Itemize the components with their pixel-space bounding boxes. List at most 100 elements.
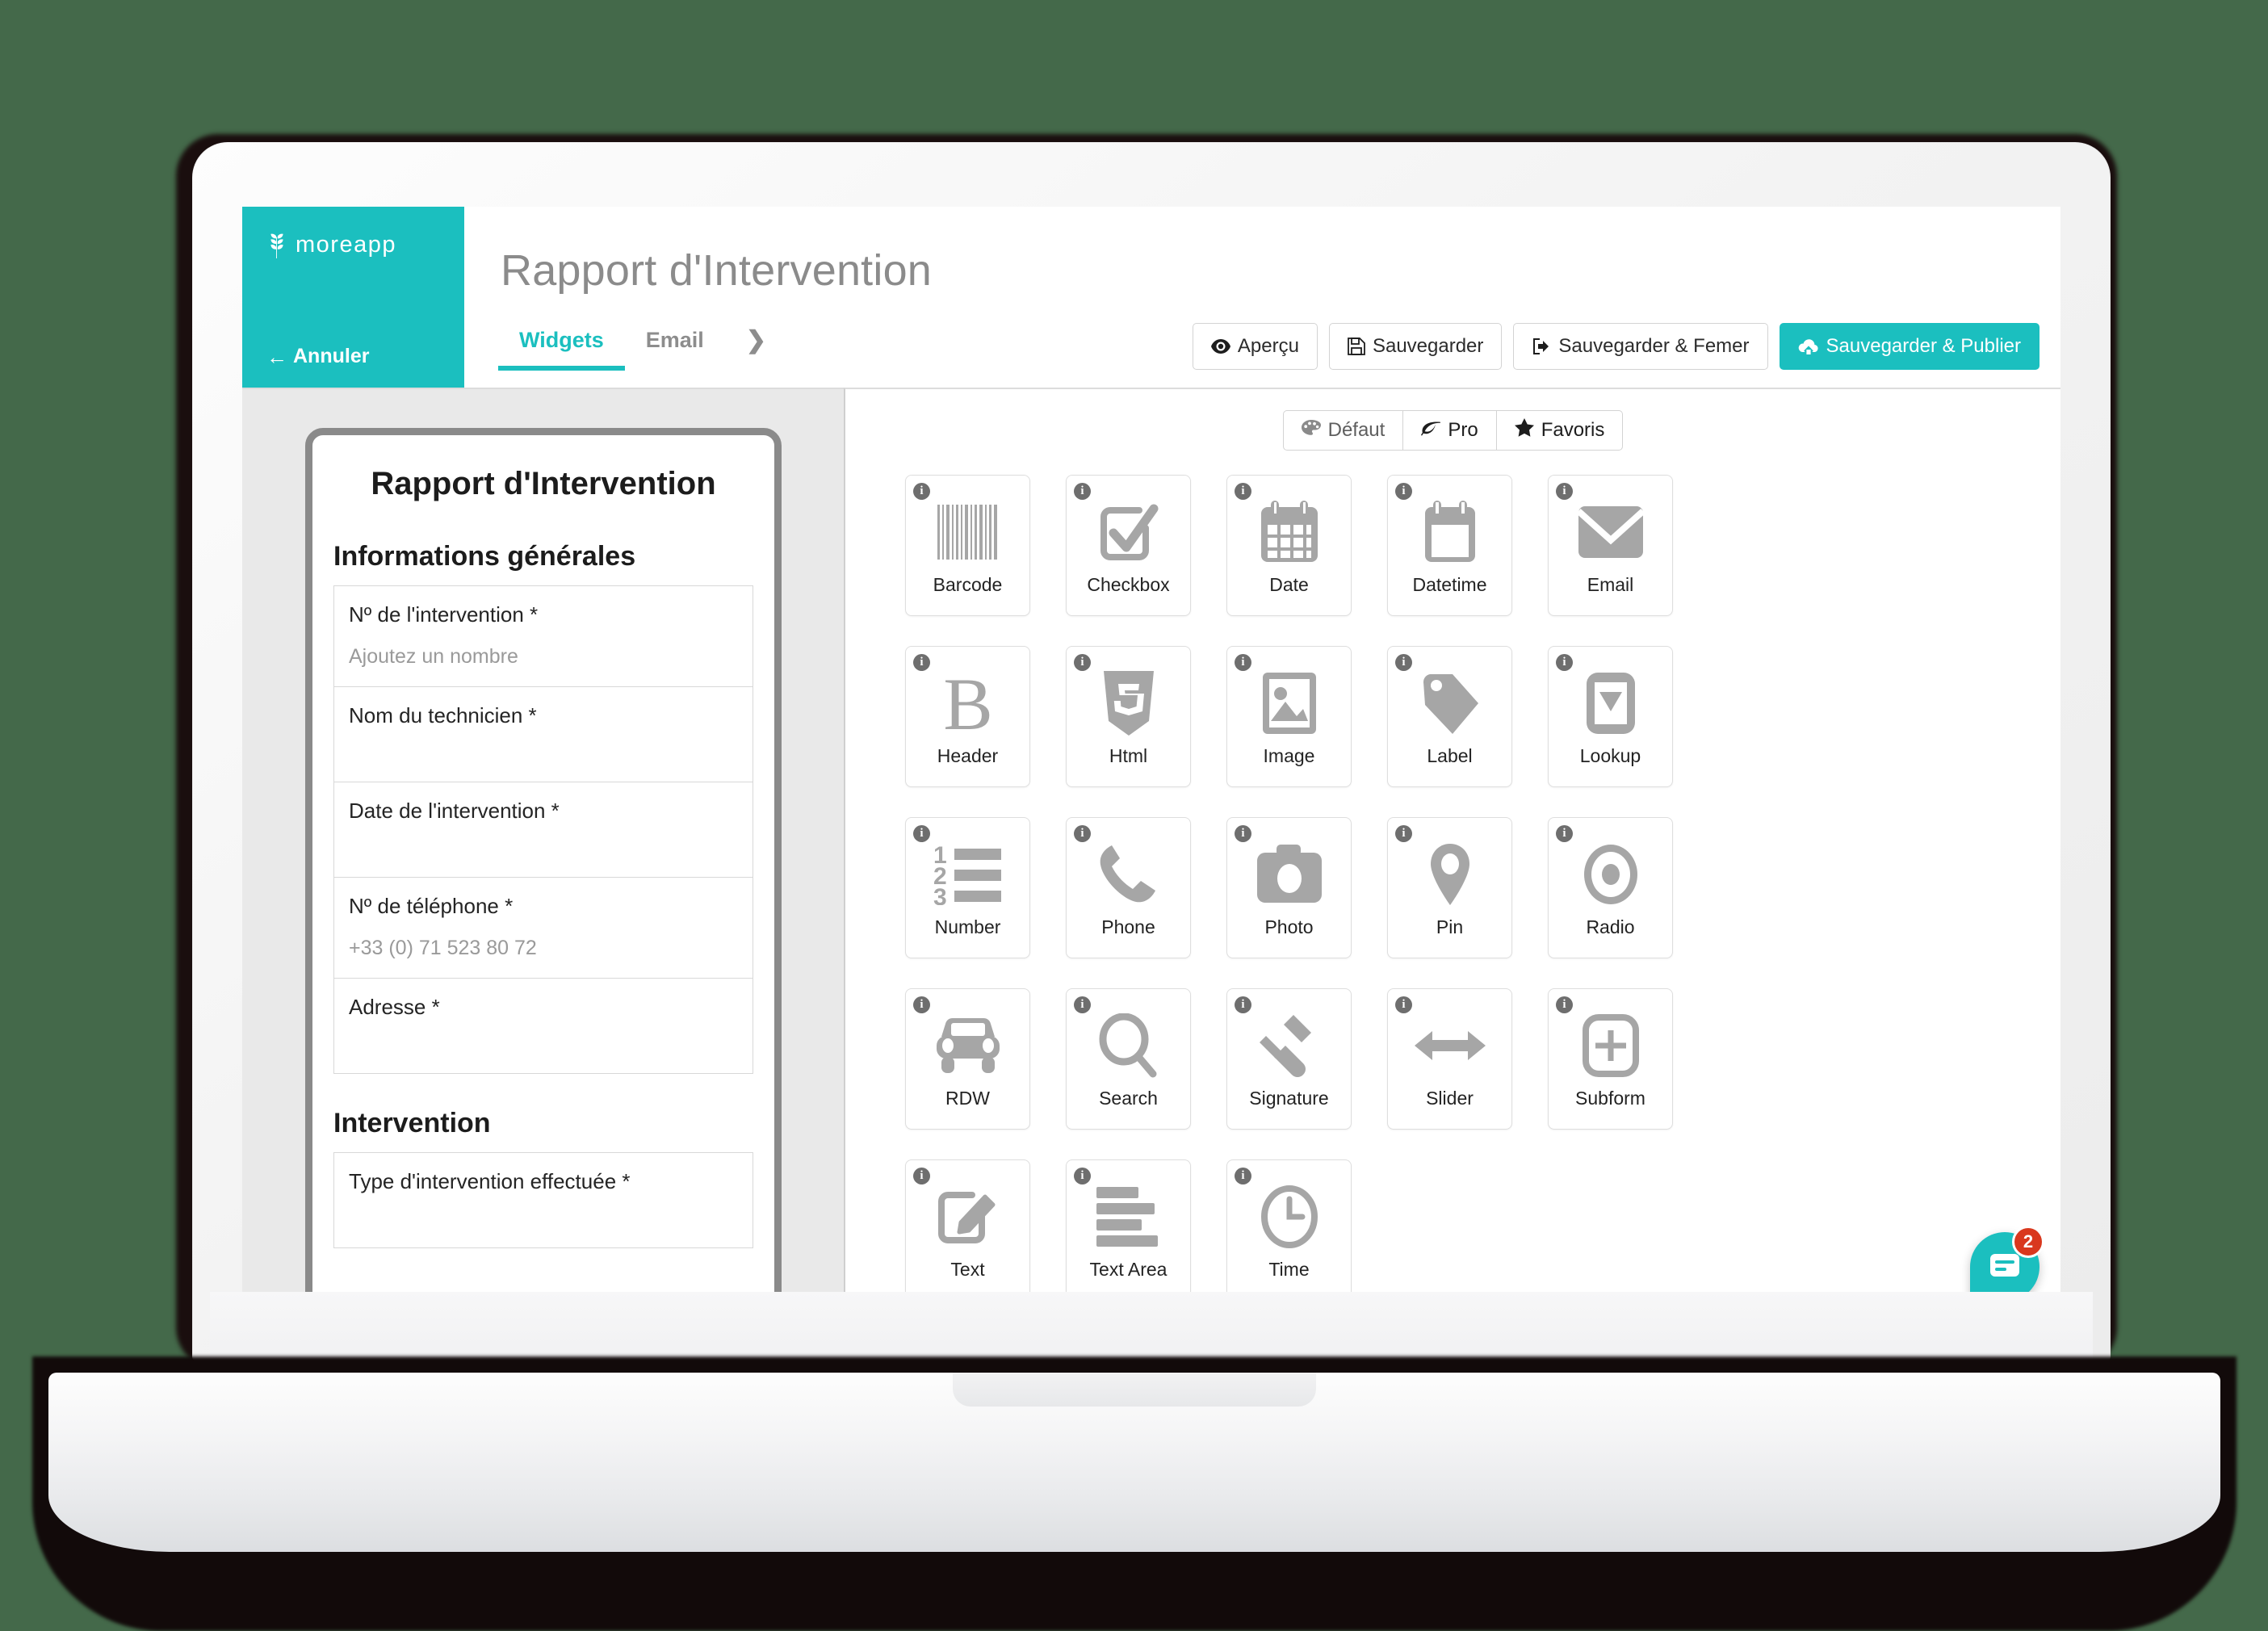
palette-icon bbox=[1301, 419, 1321, 442]
info-icon[interactable]: i bbox=[1074, 996, 1091, 1013]
preview-field[interactable]: Nom du technicien * bbox=[334, 687, 753, 782]
floppy-disk-icon bbox=[1348, 338, 1365, 355]
save-button-label: Sauvegarder bbox=[1372, 335, 1484, 357]
cloud-upload-icon bbox=[1798, 338, 1819, 354]
widget-tile-slider[interactable]: i Slider bbox=[1387, 988, 1512, 1130]
tab-widgets[interactable]: Widgets bbox=[498, 328, 625, 371]
builder-content: Rapport d'Intervention Informations géné… bbox=[242, 388, 2060, 1321]
widget-tile-html[interactable]: i Html bbox=[1066, 646, 1191, 787]
preview-field-group-1: Nº de l'intervention * Ajoutez un nombre… bbox=[333, 585, 753, 1074]
info-icon[interactable]: i bbox=[1074, 1168, 1091, 1184]
widget-tile-signature[interactable]: i Signature bbox=[1226, 988, 1352, 1130]
filter-defaut-label: Défaut bbox=[1327, 419, 1386, 441]
widget-label: Text bbox=[950, 1259, 985, 1280]
brand-logo[interactable]: moreapp bbox=[266, 231, 396, 258]
info-icon[interactable]: i bbox=[1235, 654, 1251, 671]
info-icon[interactable]: i bbox=[1235, 825, 1251, 842]
info-icon[interactable]: i bbox=[913, 654, 930, 671]
widget-label: Date bbox=[1269, 574, 1309, 595]
widget-tile-rdw[interactable]: i RDW bbox=[905, 988, 1030, 1130]
widget-label: Datetime bbox=[1412, 574, 1487, 595]
widget-tile-phone[interactable]: i Phone bbox=[1066, 817, 1191, 958]
widget-label: Html bbox=[1109, 745, 1148, 766]
laptop-screen: moreapp ← Annuler Rapport d'Intervention… bbox=[242, 207, 2060, 1321]
widget-filter-bar: Défaut Pro Favoris bbox=[845, 389, 2060, 451]
widget-label: Image bbox=[1263, 745, 1315, 766]
preview-field-label: Date de l'intervention * bbox=[349, 799, 560, 823]
widget-tile-text-area[interactable]: i Text Area bbox=[1066, 1159, 1191, 1301]
tab-email[interactable]: Email bbox=[625, 328, 725, 371]
tab-bar: Widgets Email ❯ bbox=[498, 326, 787, 371]
radio-button-icon bbox=[1572, 837, 1650, 912]
widget-label: Signature bbox=[1249, 1088, 1329, 1109]
filter-favoris-button[interactable]: Favoris bbox=[1496, 410, 1624, 451]
widget-tile-label[interactable]: i Label bbox=[1387, 646, 1512, 787]
text-lines-icon bbox=[1090, 1180, 1168, 1254]
cancel-button[interactable]: ← Annuler bbox=[266, 345, 369, 368]
widget-tile-header[interactable]: i B Header bbox=[905, 646, 1030, 787]
widget-tile-search[interactable]: i Search bbox=[1066, 988, 1191, 1130]
preview-field[interactable]: Date de l'intervention * bbox=[334, 782, 753, 878]
info-icon[interactable]: i bbox=[913, 996, 930, 1013]
preview-field[interactable]: Type d'intervention effectuée * bbox=[334, 1153, 753, 1248]
phone-preview-frame: Rapport d'Intervention Informations géné… bbox=[305, 428, 782, 1321]
info-icon[interactable]: i bbox=[1074, 654, 1091, 671]
filter-defaut-button[interactable]: Défaut bbox=[1282, 410, 1404, 451]
clock-icon bbox=[1251, 1180, 1328, 1254]
info-icon[interactable]: i bbox=[1395, 825, 1412, 842]
info-icon[interactable]: i bbox=[1074, 483, 1091, 500]
save-and-publish-button[interactable]: Sauvegarder & Publier bbox=[1779, 323, 2040, 370]
form-preview-pane: Rapport d'Intervention Informations géné… bbox=[242, 388, 844, 1321]
calendar-blank-icon bbox=[1411, 495, 1489, 569]
info-icon[interactable]: i bbox=[913, 825, 930, 842]
info-icon[interactable]: i bbox=[1556, 825, 1573, 842]
widget-tile-date[interactable]: i Date bbox=[1226, 475, 1352, 616]
info-icon[interactable]: i bbox=[1395, 483, 1412, 500]
laptop-trackpad-notch bbox=[953, 1373, 1316, 1407]
calendar-icon bbox=[1251, 495, 1328, 569]
widget-tile-pin[interactable]: i Pin bbox=[1387, 817, 1512, 958]
widget-label: Pin bbox=[1436, 916, 1464, 937]
tab-widgets-label: Widgets bbox=[519, 328, 604, 352]
info-icon[interactable]: i bbox=[1235, 996, 1251, 1013]
widget-tile-radio[interactable]: i Radio bbox=[1548, 817, 1673, 958]
phone-icon bbox=[1090, 837, 1168, 912]
preview-field[interactable]: Adresse * bbox=[334, 979, 753, 1074]
save-button[interactable]: Sauvegarder bbox=[1328, 323, 1503, 370]
widget-tile-text[interactable]: i Text bbox=[905, 1159, 1030, 1301]
preview-field[interactable]: Nº de téléphone * +33 (0) 71 523 80 72 bbox=[334, 878, 753, 979]
info-icon[interactable]: i bbox=[1556, 996, 1573, 1013]
info-icon[interactable]: i bbox=[1556, 654, 1573, 671]
widget-tile-checkbox[interactable]: i Checkbox bbox=[1066, 475, 1191, 616]
moreapp-form-builder: moreapp ← Annuler Rapport d'Intervention… bbox=[242, 207, 2060, 1321]
info-icon[interactable]: i bbox=[913, 1168, 930, 1184]
info-icon[interactable]: i bbox=[913, 483, 930, 500]
widget-tile-number[interactable]: i 1 2 3 Number bbox=[905, 817, 1030, 958]
plus-square-icon bbox=[1572, 1008, 1650, 1083]
widget-tile-photo[interactable]: i Photo bbox=[1226, 817, 1352, 958]
save-and-close-button[interactable]: Sauvegarder & Femer bbox=[1513, 323, 1768, 370]
widget-tile-email[interactable]: i Email bbox=[1548, 475, 1673, 616]
pencil-edit-icon bbox=[929, 1180, 1007, 1254]
widget-tile-barcode[interactable]: i Barcode bbox=[905, 475, 1030, 616]
barcode-icon bbox=[929, 495, 1007, 569]
checkbox-icon bbox=[1090, 495, 1168, 569]
widget-tile-datetime[interactable]: i Datetime bbox=[1387, 475, 1512, 616]
map-pin-icon bbox=[1411, 837, 1489, 912]
info-icon[interactable]: i bbox=[1395, 654, 1412, 671]
widget-tile-time[interactable]: i Time bbox=[1226, 1159, 1352, 1301]
tab-next-chevron[interactable]: ❯ bbox=[725, 326, 787, 371]
chevron-right-icon: ❯ bbox=[745, 327, 766, 354]
preview-button[interactable]: Aperçu bbox=[1192, 323, 1318, 370]
info-icon[interactable]: i bbox=[1074, 825, 1091, 842]
info-icon[interactable]: i bbox=[1395, 996, 1412, 1013]
widget-tile-image[interactable]: i Image bbox=[1226, 646, 1352, 787]
info-icon[interactable]: i bbox=[1556, 483, 1573, 500]
info-icon[interactable]: i bbox=[1235, 1168, 1251, 1184]
widget-tile-subform[interactable]: i Subform bbox=[1548, 988, 1673, 1130]
info-icon[interactable]: i bbox=[1235, 483, 1251, 500]
widget-tile-lookup[interactable]: i Lookup bbox=[1548, 646, 1673, 787]
filter-pro-button[interactable]: Pro bbox=[1403, 410, 1497, 451]
wheat-icon bbox=[266, 231, 287, 258]
preview-field[interactable]: Nº de l'intervention * Ajoutez un nombre bbox=[334, 586, 753, 687]
